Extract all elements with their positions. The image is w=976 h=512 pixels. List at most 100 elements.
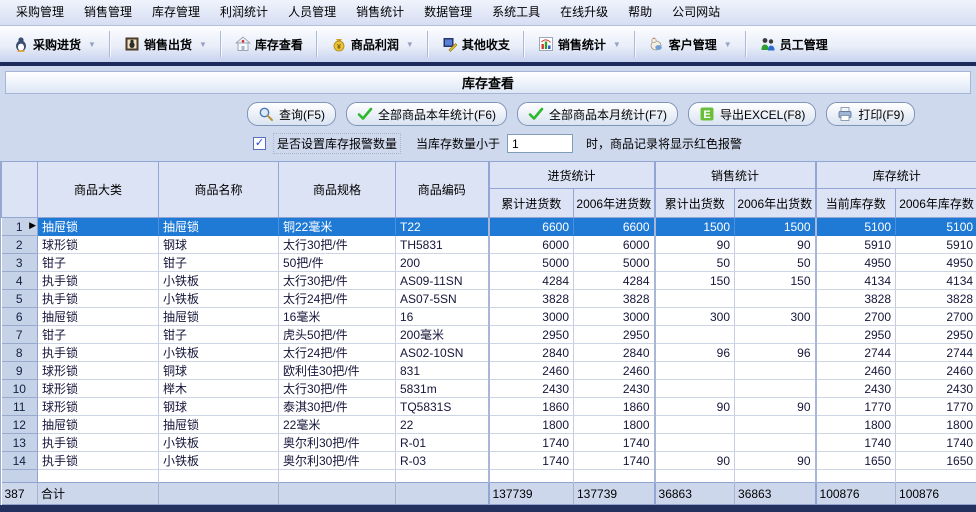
- chevron-down-icon[interactable]: ▼: [724, 40, 732, 49]
- cell-purchase-2006[interactable]: 4284: [574, 272, 655, 290]
- cell-purchase-2006[interactable]: 3828: [574, 290, 655, 308]
- export-excel-button[interactable]: E 导出EXCEL(F8): [688, 102, 816, 126]
- toolbar-button-purchase-in[interactable]: 采购进货 ▼: [6, 32, 103, 57]
- cell-spec[interactable]: 奥尔利30把/件: [279, 452, 396, 470]
- table-row[interactable]: 11▶ 球形锁 钢球 泰淇30把/件 TQ5831S 1860 1860 90 …: [2, 398, 976, 416]
- cell-purchase-total[interactable]: 3000: [489, 308, 574, 326]
- cell-spec[interactable]: 太行24把/件: [279, 290, 396, 308]
- table-row[interactable]: 13▶ 执手锁 小铁板 奥尔利30把/件 R-01 1740 1740 1740…: [2, 434, 976, 452]
- cell-sales-2006[interactable]: 90: [735, 398, 816, 416]
- month-stats-button[interactable]: 全部商品本月统计(F7): [517, 102, 678, 126]
- cell-sales-total[interactable]: [655, 470, 735, 483]
- cell-code[interactable]: T22: [396, 218, 489, 236]
- cell-purchase-total[interactable]: 1740: [489, 434, 574, 452]
- menu-item-system-tools[interactable]: 系统工具: [482, 0, 550, 25]
- chevron-down-icon[interactable]: ▼: [406, 40, 414, 49]
- cell-code[interactable]: [396, 470, 489, 483]
- cell-stock-current[interactable]: 4134: [816, 272, 896, 290]
- cell-name[interactable]: 小铁板: [159, 452, 279, 470]
- cell-stock-2006[interactable]: 2744: [896, 344, 976, 362]
- cell-stock-current[interactable]: 5100: [816, 218, 896, 236]
- cell-purchase-2006[interactable]: 3000: [574, 308, 655, 326]
- cell-purchase-total[interactable]: 2430: [489, 380, 574, 398]
- cell-spec[interactable]: 泰淇30把/件: [279, 398, 396, 416]
- cell-sales-total[interactable]: 90: [655, 452, 735, 470]
- cell-category[interactable]: 执手锁: [38, 434, 159, 452]
- cell-spec[interactable]: 欧利佳30把/件: [279, 362, 396, 380]
- cell-purchase-total[interactable]: 1740: [489, 452, 574, 470]
- cell-sales-2006[interactable]: [735, 416, 816, 434]
- cell-stock-2006[interactable]: 2430: [896, 380, 976, 398]
- cell-name[interactable]: 小铁板: [159, 272, 279, 290]
- cell-spec[interactable]: 50把/件: [279, 254, 396, 272]
- cell-purchase-2006[interactable]: 2840: [574, 344, 655, 362]
- table-row[interactable]: 2▶ 球形锁 钢球 太行30把/件 TH5831 6000 6000 90 90…: [2, 236, 976, 254]
- cell-stock-current[interactable]: 2430: [816, 380, 896, 398]
- cell-stock-current[interactable]: 2700: [816, 308, 896, 326]
- cell-code[interactable]: AS02-10SN: [396, 344, 489, 362]
- cell-code[interactable]: 200: [396, 254, 489, 272]
- header-spec[interactable]: 商品规格: [279, 162, 396, 218]
- cell-purchase-total[interactable]: [489, 470, 574, 483]
- cell-stock-2006[interactable]: 1740: [896, 434, 976, 452]
- cell-purchase-total[interactable]: 6000: [489, 236, 574, 254]
- cell-category[interactable]: 抽屉锁: [38, 308, 159, 326]
- cell-name[interactable]: 钳子: [159, 326, 279, 344]
- cell-stock-2006[interactable]: [896, 470, 976, 483]
- cell-sales-2006[interactable]: 300: [735, 308, 816, 326]
- row-number-cell[interactable]: 4▶: [2, 272, 38, 290]
- table-row[interactable]: 4▶ 执手锁 小铁板 太行30把/件 AS09-11SN 4284 4284 1…: [2, 272, 976, 290]
- cell-stock-current[interactable]: 4950: [816, 254, 896, 272]
- cell-spec[interactable]: 太行30把/件: [279, 380, 396, 398]
- cell-sales-total[interactable]: [655, 416, 735, 434]
- cell-name[interactable]: 小铁板: [159, 344, 279, 362]
- toolbar-button-product-profit[interactable]: ¥ 商品利润 ▼: [324, 32, 421, 57]
- cell-code[interactable]: R-03: [396, 452, 489, 470]
- cell-stock-2006[interactable]: 4950: [896, 254, 976, 272]
- cell-spec[interactable]: 22毫米: [279, 416, 396, 434]
- cell-purchase-2006[interactable]: 5000: [574, 254, 655, 272]
- menu-item-sales-stats[interactable]: 销售统计: [346, 0, 414, 25]
- cell-sales-2006[interactable]: 150: [735, 272, 816, 290]
- cell-name[interactable]: 抽屉锁: [159, 218, 279, 236]
- row-number-cell[interactable]: 6▶: [2, 308, 38, 326]
- cell-purchase-total[interactable]: 4284: [489, 272, 574, 290]
- table-row[interactable]: 10▶ 球形锁 榉木 太行30把/件 5831m 2430 2430 2430 …: [2, 380, 976, 398]
- row-number-cell[interactable]: 8▶: [2, 344, 38, 362]
- cell-purchase-total[interactable]: 6600: [489, 218, 574, 236]
- cell-stock-2006[interactable]: 1800: [896, 416, 976, 434]
- header-purchase-2006[interactable]: 2006年进货数▽: [574, 189, 655, 218]
- cell-sales-2006[interactable]: [735, 362, 816, 380]
- cell-sales-2006[interactable]: [735, 290, 816, 308]
- cell-stock-2006[interactable]: 3828: [896, 290, 976, 308]
- table-row[interactable]: 12▶ 抽屉锁 抽屉锁 22毫米 22 1800 1800 1800 1800: [2, 416, 976, 434]
- menu-item-personnel-mgmt[interactable]: 人员管理: [278, 0, 346, 25]
- cell-stock-current[interactable]: 1770: [816, 398, 896, 416]
- cell-name[interactable]: 钢球: [159, 398, 279, 416]
- menu-item-help[interactable]: 帮助: [618, 0, 662, 25]
- cell-spec[interactable]: 奥尔利30把/件: [279, 434, 396, 452]
- cell-category[interactable]: 抽屉锁: [38, 218, 159, 236]
- row-number-cell[interactable]: 5▶: [2, 290, 38, 308]
- cell-code[interactable]: TH5831: [396, 236, 489, 254]
- cell-name[interactable]: 钳子: [159, 254, 279, 272]
- row-number-cell[interactable]: 7▶: [2, 326, 38, 344]
- cell-sales-2006[interactable]: [735, 434, 816, 452]
- header-code[interactable]: 商品编码: [396, 162, 489, 218]
- table-row[interactable]: 6▶ 抽屉锁 抽屉锁 16毫米 16 3000 3000 300 300 270…: [2, 308, 976, 326]
- table-row[interactable]: 14▶ 执手锁 小铁板 奥尔利30把/件 R-03 1740 1740 90 9…: [2, 452, 976, 470]
- cell-purchase-2006[interactable]: 1740: [574, 452, 655, 470]
- alarm-checkbox[interactable]: ✓: [253, 137, 266, 150]
- cell-sales-total[interactable]: 300: [655, 308, 735, 326]
- table-row[interactable]: 3▶ 钳子 钳子 50把/件 200 5000 5000 50 50 4950 …: [2, 254, 976, 272]
- cell-sales-total[interactable]: [655, 290, 735, 308]
- cell-stock-current[interactable]: 2950: [816, 326, 896, 344]
- row-number-cell[interactable]: 3▶: [2, 254, 38, 272]
- cell-category[interactable]: 执手锁: [38, 272, 159, 290]
- row-number-cell[interactable]: 10▶: [2, 380, 38, 398]
- cell-purchase-total[interactable]: 2950: [489, 326, 574, 344]
- cell-category[interactable]: 执手锁: [38, 290, 159, 308]
- cell-category[interactable]: 执手锁: [38, 344, 159, 362]
- cell-purchase-2006[interactable]: 6000: [574, 236, 655, 254]
- cell-purchase-2006[interactable]: 1860: [574, 398, 655, 416]
